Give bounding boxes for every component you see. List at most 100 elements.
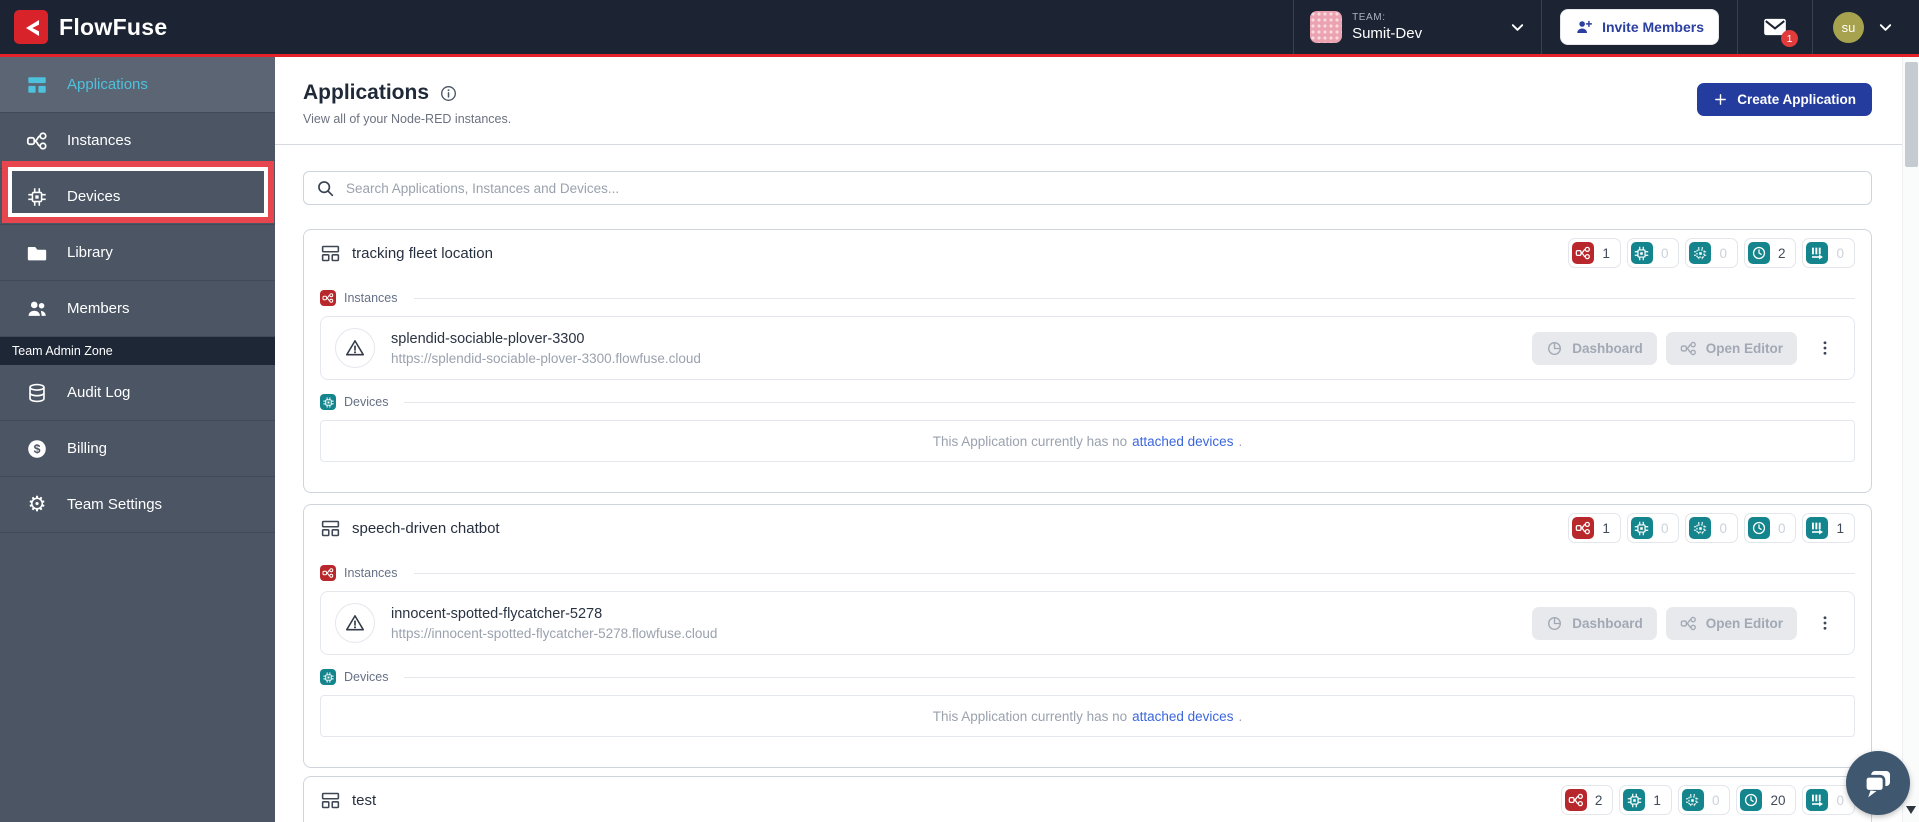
no-devices-message: This Application currently has no attach… bbox=[320, 420, 1855, 462]
sidebar-item-instances[interactable]: Instances bbox=[0, 113, 275, 169]
application-stat-badges: 1 0 0 2 0 bbox=[1568, 238, 1855, 268]
dashboard-label: Dashboard bbox=[1572, 615, 1643, 631]
main-content: Applications View all of your Node-RED i… bbox=[275, 57, 1902, 822]
node-red-editor-icon bbox=[1680, 340, 1697, 357]
instance-row: splendid-sociable-plover-3300 https://sp… bbox=[320, 316, 1855, 380]
application-header[interactable]: tracking fleet location 1 0 0 2 0 bbox=[320, 230, 1855, 276]
application-card: tracking fleet location 1 0 0 2 0 Instan… bbox=[303, 229, 1872, 493]
chat-widget-button[interactable] bbox=[1846, 751, 1910, 815]
info-icon[interactable] bbox=[439, 84, 458, 103]
kebab-menu-button[interactable] bbox=[1810, 610, 1840, 636]
device-chip-icon bbox=[320, 669, 336, 685]
sidebar-item-library[interactable]: Library bbox=[0, 225, 275, 281]
search-input[interactable] bbox=[346, 180, 1859, 196]
badge-count: 0 bbox=[1836, 245, 1844, 261]
instances-section-label: Instances bbox=[344, 566, 398, 580]
badge-count: 0 bbox=[1836, 792, 1844, 808]
invite-members-label: Invite Members bbox=[1602, 19, 1704, 35]
device-chip-icon bbox=[1623, 789, 1646, 811]
device-chip-icon bbox=[1630, 517, 1653, 539]
dashboard-label: Dashboard bbox=[1572, 340, 1643, 356]
badge-count: 0 bbox=[1777, 520, 1786, 536]
scrollbar[interactable] bbox=[1902, 57, 1919, 822]
badge-count: 2 bbox=[1777, 245, 1786, 261]
pipelines-count-badge: 1 bbox=[1802, 513, 1855, 543]
chat-bubbles-icon bbox=[1860, 765, 1896, 801]
pie-chart-icon bbox=[1546, 340, 1563, 357]
clock-icon bbox=[1747, 242, 1770, 264]
sidebar-item-billing[interactable]: Billing bbox=[0, 421, 275, 477]
instances-icon bbox=[26, 130, 48, 152]
devices-count-badge: 1 bbox=[1619, 785, 1672, 815]
application-icon bbox=[320, 243, 341, 264]
node-red-instances-icon bbox=[1564, 789, 1587, 811]
badge-count: 0 bbox=[1711, 792, 1720, 808]
open-editor-button[interactable]: Open Editor bbox=[1665, 331, 1797, 365]
badge-count: 1 bbox=[1836, 520, 1844, 536]
sidebar-item-team-settings[interactable]: ⚙ Team Settings bbox=[0, 477, 275, 533]
instances-section-label: Instances bbox=[344, 291, 398, 305]
create-application-label: Create Application bbox=[1737, 92, 1856, 107]
attached-devices-link[interactable]: attached devices bbox=[1132, 434, 1233, 449]
create-application-button[interactable]: Create Application bbox=[1697, 83, 1872, 116]
sidebar-item-applications[interactable]: Applications bbox=[0, 57, 275, 113]
members-icon bbox=[26, 298, 48, 320]
flowfuse-logo[interactable]: FlowFuse bbox=[0, 10, 167, 44]
applications-icon bbox=[26, 74, 48, 96]
sidebar-item-label: Instances bbox=[67, 132, 132, 149]
sidebar-item-devices[interactable]: Devices bbox=[0, 169, 275, 225]
database-icon bbox=[26, 382, 48, 404]
section-divider bbox=[413, 297, 1855, 299]
scrollbar-thumb[interactable] bbox=[1905, 62, 1918, 167]
sidebar-item-label: Applications bbox=[67, 76, 148, 93]
sidebar-navigation: Applications Instances Devices Library M… bbox=[0, 57, 275, 822]
instance-info[interactable]: splendid-sociable-plover-3300 https://sp… bbox=[391, 331, 701, 366]
application-header[interactable]: speech-driven chatbot 1 0 0 0 1 bbox=[320, 505, 1855, 551]
devices-icon bbox=[26, 186, 48, 208]
invite-members-icon bbox=[1575, 18, 1593, 36]
notifications-button[interactable]: 1 bbox=[1737, 0, 1812, 54]
badge-count: 0 bbox=[1660, 520, 1669, 536]
open-editor-label: Open Editor bbox=[1705, 340, 1783, 356]
sidebar-item-label: Devices bbox=[67, 188, 121, 205]
instance-info[interactable]: innocent-spotted-flycatcher-5278 https:/… bbox=[391, 606, 717, 641]
kebab-menu-button[interactable] bbox=[1810, 335, 1840, 361]
snapshots-count-badge: 2 bbox=[1743, 238, 1797, 268]
folder-icon bbox=[26, 242, 48, 264]
dashboard-button[interactable]: Dashboard bbox=[1532, 331, 1657, 365]
instances-count-badge: 1 bbox=[1568, 513, 1621, 543]
device-group-icon bbox=[1689, 242, 1712, 264]
instances-count-badge: 2 bbox=[1560, 785, 1614, 815]
node-red-instances-icon bbox=[320, 565, 336, 581]
dollar-icon bbox=[26, 438, 48, 460]
application-icon bbox=[320, 518, 341, 539]
sidebar-item-members[interactable]: Members bbox=[0, 281, 275, 337]
open-editor-button[interactable]: Open Editor bbox=[1665, 606, 1797, 640]
badge-count: 1 bbox=[1602, 520, 1610, 536]
device-chip-icon bbox=[1630, 242, 1653, 264]
application-name: test bbox=[352, 791, 377, 809]
application-header[interactable]: test 2 1 0 20 0 bbox=[320, 777, 1855, 822]
pipelines-icon bbox=[1806, 517, 1829, 539]
devices-count-badge: 0 bbox=[1626, 513, 1680, 543]
team-selector[interactable]: TEAM: Sumit-Dev bbox=[1293, 0, 1541, 54]
instance-status-warning-icon bbox=[335, 328, 375, 368]
instance-name: innocent-spotted-flycatcher-5278 bbox=[391, 605, 603, 622]
sidebar-item-label: Team Settings bbox=[67, 496, 163, 513]
badge-count: 0 bbox=[1719, 520, 1727, 536]
device-groups-count-badge: 0 bbox=[1685, 513, 1738, 543]
dashboard-button[interactable]: Dashboard bbox=[1532, 606, 1657, 640]
sidebar-item-label: Members bbox=[67, 300, 130, 317]
search-bar bbox=[303, 171, 1872, 205]
node-red-instances-icon bbox=[1572, 242, 1595, 264]
user-menu[interactable]: su bbox=[1812, 0, 1919, 54]
scrollbar-down-arrow[interactable] bbox=[1906, 806, 1916, 814]
top-navigation-bar: FlowFuse TEAM: Sumit-Dev Invite Members bbox=[0, 0, 1919, 54]
invite-members-button[interactable]: Invite Members bbox=[1560, 9, 1719, 45]
devices-section-header: Devices bbox=[320, 669, 1855, 685]
no-devices-message: This Application currently has no attach… bbox=[320, 695, 1855, 737]
sidebar-item-audit-log[interactable]: Audit Log bbox=[0, 365, 275, 421]
sidebar-item-label: Audit Log bbox=[67, 384, 131, 401]
clock-icon bbox=[1747, 517, 1770, 539]
attached-devices-link[interactable]: attached devices bbox=[1132, 709, 1233, 724]
